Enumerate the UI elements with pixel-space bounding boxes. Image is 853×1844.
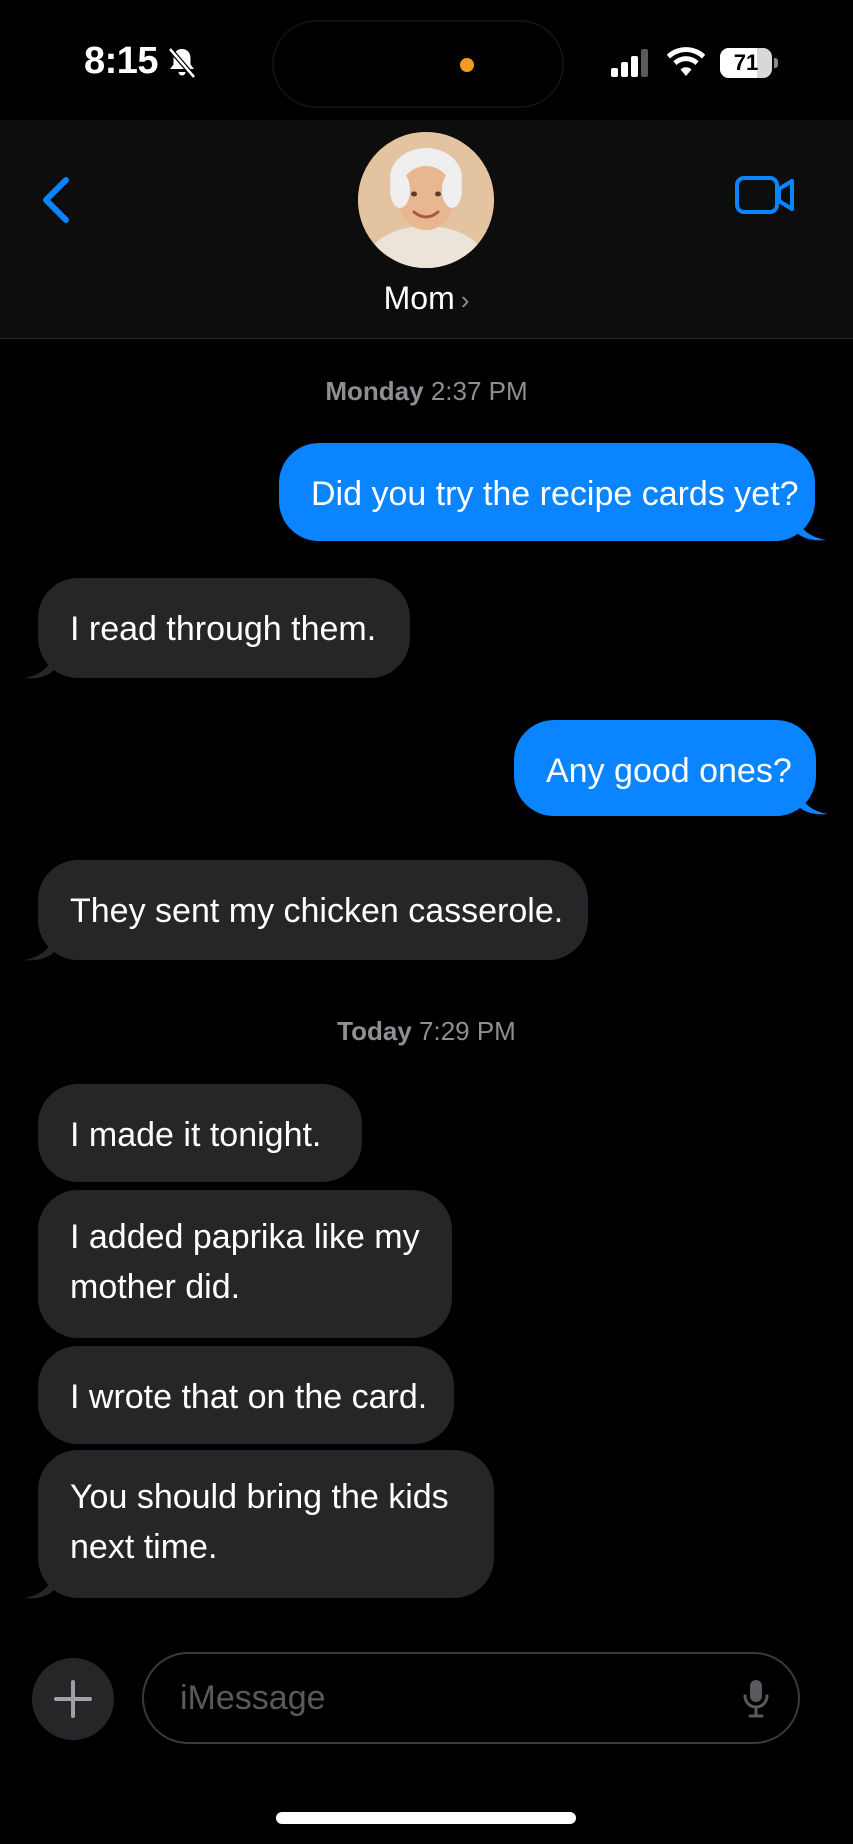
status-time: 8:15 [84,40,159,82]
add-attachment-button[interactable] [32,1658,114,1740]
timestamp: Monday 2:37 PM [325,376,528,406]
message-bubble-received[interactable]: They sent my chicken casserole. [38,860,588,960]
message-bubble-received[interactable]: I added paprika like my mother did. [38,1190,452,1338]
message-bubble-sent[interactable]: Any good ones? [514,720,816,816]
message-input[interactable]: iMessage [142,1652,800,1744]
chevron-left-icon[interactable] [34,170,78,230]
message-input-placeholder: iMessage [180,1679,326,1717]
avatar[interactable] [358,132,494,268]
battery-icon: 71 [720,48,778,78]
contact-name: Mom [383,280,455,316]
cellular-signal-icon [611,49,648,77]
microphone-icon[interactable] [742,1678,770,1718]
contact-name-button[interactable]: Mom › [0,280,853,317]
dynamic-island [274,22,562,106]
home-indicator[interactable] [276,1812,576,1824]
contact-photo [358,132,494,268]
battery-level: 71 [733,50,759,75]
privacy-indicator-dot [460,58,474,72]
chevron-right-icon: › [460,285,470,315]
status-bar: 8:15 71 [0,0,853,120]
message-bubble-received[interactable]: I made it tonight. [38,1084,362,1182]
bell-slash-icon [168,47,196,79]
message-bubble-received[interactable]: I read through them. [38,578,410,678]
conversation-header: Mom › [0,120,853,339]
wifi-icon [666,47,706,76]
timestamp: Today 7:29 PM [337,1016,516,1046]
message-bubble-received[interactable]: You should bring the kids next time. [38,1450,494,1598]
plus-icon [54,1680,92,1718]
message-bubble-sent[interactable]: Did you try the recipe cards yet? [279,443,815,541]
message-bubble-received[interactable]: I wrote that on the card. [38,1346,454,1444]
video-camera-icon[interactable] [734,172,796,218]
